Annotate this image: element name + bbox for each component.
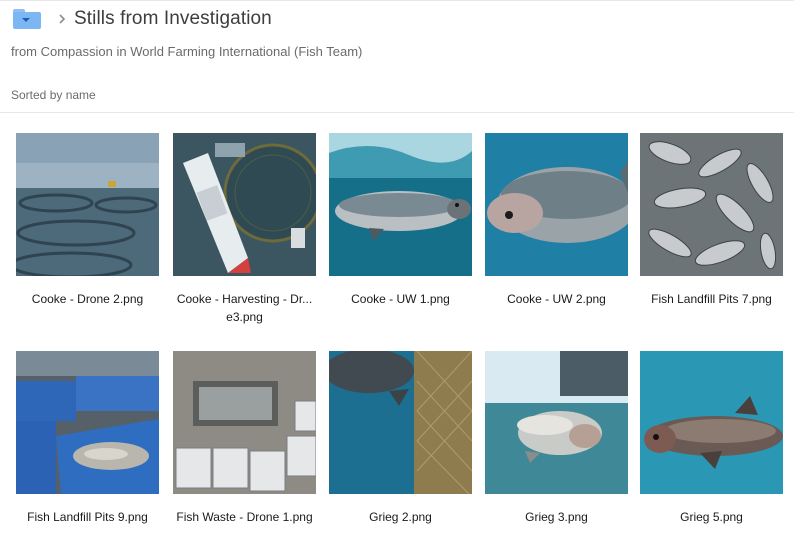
file-name[interactable]: Grieg 5.png [640, 508, 783, 526]
chevron-right-icon [56, 13, 68, 25]
file-tile[interactable]: Fish Waste - Drone 1.png [173, 351, 316, 526]
file-name[interactable]: Grieg 2.png [329, 508, 472, 526]
file-thumbnail[interactable] [16, 133, 159, 276]
file-name[interactable]: Cooke - UW 2.png [485, 290, 628, 308]
file-tile[interactable]: Grieg 5.png [640, 351, 783, 526]
file-thumbnail[interactable] [640, 351, 783, 494]
file-thumbnail[interactable] [329, 351, 472, 494]
file-tile[interactable]: Fish Landfill Pits 9.png [16, 351, 159, 526]
file-name[interactable]: Grieg 3.png [485, 508, 628, 526]
top-border [0, 0, 794, 1]
file-thumbnail[interactable] [640, 133, 783, 276]
file-name[interactable]: Fish Landfill Pits 7.png [640, 290, 783, 308]
file-tile[interactable]: Grieg 3.png [485, 351, 628, 526]
file-thumbnail[interactable] [485, 133, 628, 276]
file-tile[interactable]: Cooke - UW 2.png [485, 133, 628, 308]
file-tile[interactable]: Fish Landfill Pits 7.png [640, 133, 783, 308]
file-thumbnail[interactable] [173, 133, 316, 276]
file-thumbnail[interactable] [16, 351, 159, 494]
file-thumbnail[interactable] [485, 351, 628, 494]
file-tile[interactable]: Cooke - Drone 2.png [16, 133, 159, 308]
file-thumbnail[interactable] [329, 133, 472, 276]
file-name[interactable]: Fish Waste - Drone 1.png [173, 508, 316, 526]
sort-label[interactable]: Sorted by name [11, 88, 96, 102]
divider [0, 112, 794, 113]
file-tile[interactable]: Cooke - UW 1.png [329, 133, 472, 308]
file-tile[interactable]: Cooke - Harvesting - Dr... e3.png [173, 133, 316, 326]
file-thumbnail[interactable] [173, 351, 316, 494]
breadcrumb: Stills from Investigation [12, 7, 272, 31]
file-name[interactable]: Cooke - Drone 2.png [16, 290, 159, 308]
file-name[interactable]: Fish Landfill Pits 9.png [16, 508, 159, 526]
file-name[interactable]: Cooke - Harvesting - Dr... e3.png [173, 290, 316, 326]
folder-icon[interactable] [12, 8, 42, 30]
file-tile[interactable]: Grieg 2.png [329, 351, 472, 526]
page-title: Stills from Investigation [74, 8, 272, 29]
file-name[interactable]: Cooke - UW 1.png [329, 290, 472, 308]
folder-owner: from Compassion in World Farming Interna… [11, 44, 363, 59]
